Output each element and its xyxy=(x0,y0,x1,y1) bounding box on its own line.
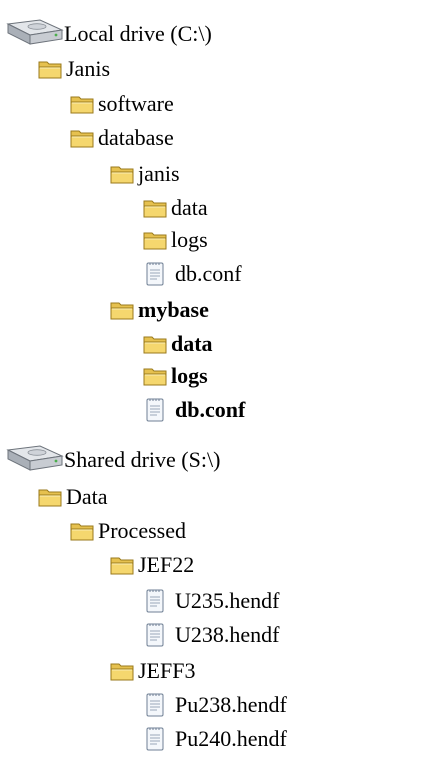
tree-node-label: data xyxy=(171,195,208,220)
folder-icon xyxy=(38,58,62,80)
tree-node-label: JEFF3 xyxy=(138,658,196,683)
tree-node-data[interactable]: data xyxy=(143,192,208,224)
tree-node-label: U235.hendf xyxy=(175,588,280,613)
tree-node-label: Data xyxy=(66,484,108,509)
text-file-icon xyxy=(145,588,165,614)
folder-icon xyxy=(70,93,94,115)
tree-node-janis[interactable]: Janis xyxy=(38,53,110,85)
folder-tree: Local drive (C:\) Janis software databas… xyxy=(0,0,430,760)
tree-node-pu238[interactable]: Pu238.hendf xyxy=(145,689,287,721)
tree-node-label: Processed xyxy=(98,518,186,543)
tree-node-label: db.conf xyxy=(175,397,246,422)
folder-icon xyxy=(70,127,94,149)
tree-node-label: Janis xyxy=(66,56,110,81)
tree-node-mybase-data[interactable]: data xyxy=(143,328,213,360)
folder-icon xyxy=(110,163,134,185)
folder-icon xyxy=(110,554,134,576)
text-file-icon xyxy=(145,622,165,648)
tree-node-label: logs xyxy=(171,227,208,252)
folder-icon xyxy=(70,520,94,542)
tree-node-shared-drive[interactable]: Shared drive (S:\) xyxy=(6,444,220,476)
text-file-icon xyxy=(145,726,165,752)
tree-node-label: database xyxy=(98,125,174,150)
tree-node-label: Pu240.hendf xyxy=(175,726,287,751)
folder-icon xyxy=(110,299,134,321)
tree-node-u238[interactable]: U238.hendf xyxy=(145,619,279,651)
tree-node-mybase-logs[interactable]: logs xyxy=(143,360,208,392)
folder-icon xyxy=(143,333,167,355)
tree-node-logs[interactable]: logs xyxy=(143,224,208,256)
tree-node-label: logs xyxy=(171,363,208,388)
tree-node-pu240[interactable]: Pu240.hendf xyxy=(145,723,287,755)
text-file-icon xyxy=(145,261,165,287)
tree-node-local-drive[interactable]: Local drive (C:\) xyxy=(6,18,212,50)
tree-node-software[interactable]: software xyxy=(70,88,174,120)
tree-node-mybase[interactable]: mybase xyxy=(110,294,209,326)
folder-icon xyxy=(143,197,167,219)
tree-node-mybase-db-conf[interactable]: db.conf xyxy=(145,394,245,426)
tree-node-db-conf[interactable]: db.conf xyxy=(145,258,242,290)
tree-node-data-shared[interactable]: Data xyxy=(38,481,108,513)
text-file-icon xyxy=(145,692,165,718)
tree-node-jeff3[interactable]: JEFF3 xyxy=(110,655,195,687)
tree-node-label: Pu238.hendf xyxy=(175,692,287,717)
hard-drive-icon xyxy=(6,18,64,50)
tree-node-label: U238.hendf xyxy=(175,622,280,647)
folder-icon xyxy=(143,365,167,387)
folder-icon xyxy=(38,486,62,508)
tree-node-database[interactable]: database xyxy=(70,122,174,154)
tree-node-u235[interactable]: U235.hendf xyxy=(145,585,279,617)
tree-node-label: Shared drive (S:\) xyxy=(64,447,221,472)
hard-drive-icon xyxy=(6,444,64,476)
tree-node-label: mybase xyxy=(138,297,209,322)
tree-node-label: Local drive (C:\) xyxy=(64,21,212,46)
tree-node-jef22[interactable]: JEF22 xyxy=(110,549,194,581)
tree-node-processed[interactable]: Processed xyxy=(70,515,186,547)
folder-icon xyxy=(143,229,167,251)
folder-icon xyxy=(110,660,134,682)
tree-node-label: janis xyxy=(138,161,180,186)
tree-node-label: JEF22 xyxy=(138,552,195,577)
tree-node-label: software xyxy=(98,91,174,116)
tree-node-label: db.conf xyxy=(175,261,242,286)
text-file-icon xyxy=(145,397,165,423)
tree-node-label: data xyxy=(171,331,213,356)
tree-node-janis-db[interactable]: janis xyxy=(110,158,180,190)
